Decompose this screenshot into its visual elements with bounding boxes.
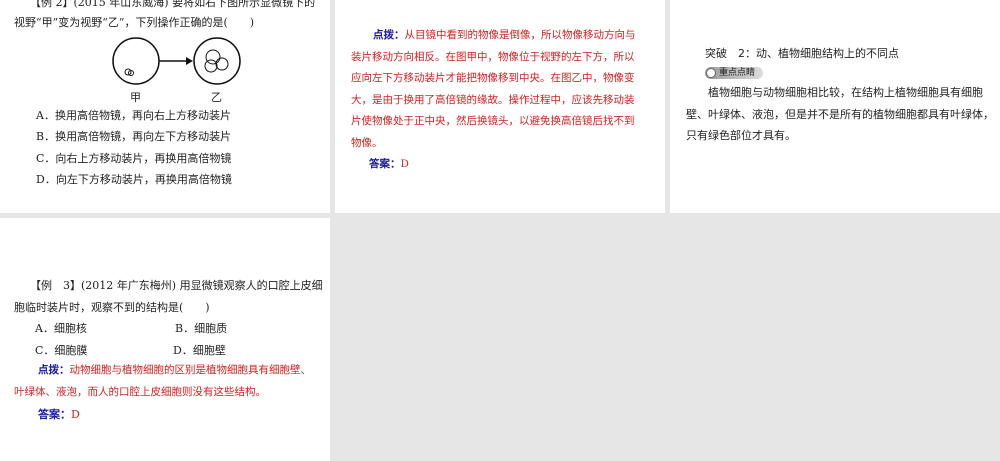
option-a: A．换用高倍物镜，再向右上方移动装片 [36,109,231,122]
hint-line: 动物细胞与植物细胞的区别是植物细胞具有细胞壁、 [69,364,312,376]
question-line-1: 【例 2】(2015 年山东威海) 要将如右下图所示显微镜下的 [30,0,316,9]
panel-example-2: 【例 2】(2015 年山东威海) 要将如右下图所示显微镜下的 视野“甲”变为视… [0,0,330,213]
option-c: C．细胞膜 [35,344,88,357]
panel-example-3: 【例 3】(2012 年广东梅州) 用显微镜观察人的口腔上皮细 胞临时装片时，观… [0,218,330,461]
panel-tupo-2: 突破 2：动、植物细胞结构上的不同点 重点点睛 植物细胞与动物细胞相比较，在结构… [670,0,1000,213]
answer-value: D [71,408,80,421]
section-title: 突破 2：动、植物细胞结构上的不同点 [705,47,899,60]
hint-label: 点拨： [373,29,405,41]
question-line-2: 胞临时装片时，观察不到的结构是( ) [14,301,210,314]
hint-line: 片使物像处于正中央，然后换镜头，以避免换高倍镜后找不到 [351,115,635,127]
microscope-diagram [112,37,241,85]
body-line: 壁、叶绿体、液泡，但是并不是所有的植物细胞都具有叶绿体， [686,107,994,121]
hint-line: 从目镜中看到的物像是倒像，所以物像移动方向与 [404,29,636,41]
option-a: A．细胞核 [35,322,87,335]
label-jia: 甲 [130,91,141,104]
label-yi: 乙 [211,91,222,104]
hint-line: 应向左下方移动装片才能把物像移到中央。在图乙中，物像变 [351,72,635,84]
answer-value: D [400,158,409,170]
hint-line: 物像。 [351,136,383,149]
option-b: B．换用高倍物镜，再向左下方移动装片 [36,130,232,143]
option-c: C．向右上方移动装片，再换用高倍物镜 [36,152,232,165]
answer-label: 答案： [369,158,401,170]
option-d: D．向左下方移动装片，再换用高倍物镜 [36,173,232,186]
option-d: D．细胞壁 [173,344,226,357]
body-line: 植物细胞与动物细胞相比较，在结构上植物细胞具有细胞 [708,86,983,99]
hint-line: 大，是由于换用了高倍镜的缘故。操作过程中，应该先移动装 [351,93,635,106]
question-line-2: 视野“甲”变为视野“乙”，下列操作正确的是( ) [14,16,255,29]
panel-hint-2: 点拨：从目镜中看到的物像是倒像，所以物像移动方向与 装片移动方向相反。在图甲中，… [335,0,665,213]
option-b: B．细胞质 [175,322,228,335]
bullet-icon [706,68,716,78]
key-point-badge: 重点点睛 [705,67,764,79]
question-line-1: 【例 3】(2012 年广东梅州) 用显微镜观察人的口腔上皮细 [30,279,323,292]
answer-label: 答案： [38,408,71,421]
hint-line: 装片移动方向相反。在图甲中，物像位于视野的左下方，所以 [351,50,635,63]
hint-label: 点拨： [38,364,70,376]
body-line: 只有绿色部位才具有。 [686,129,796,142]
hint-line: 叶绿体、液泡，而人的口腔上皮细胞则没有这些结构。 [14,386,266,398]
badge-text: 重点点睛 [719,68,756,78]
